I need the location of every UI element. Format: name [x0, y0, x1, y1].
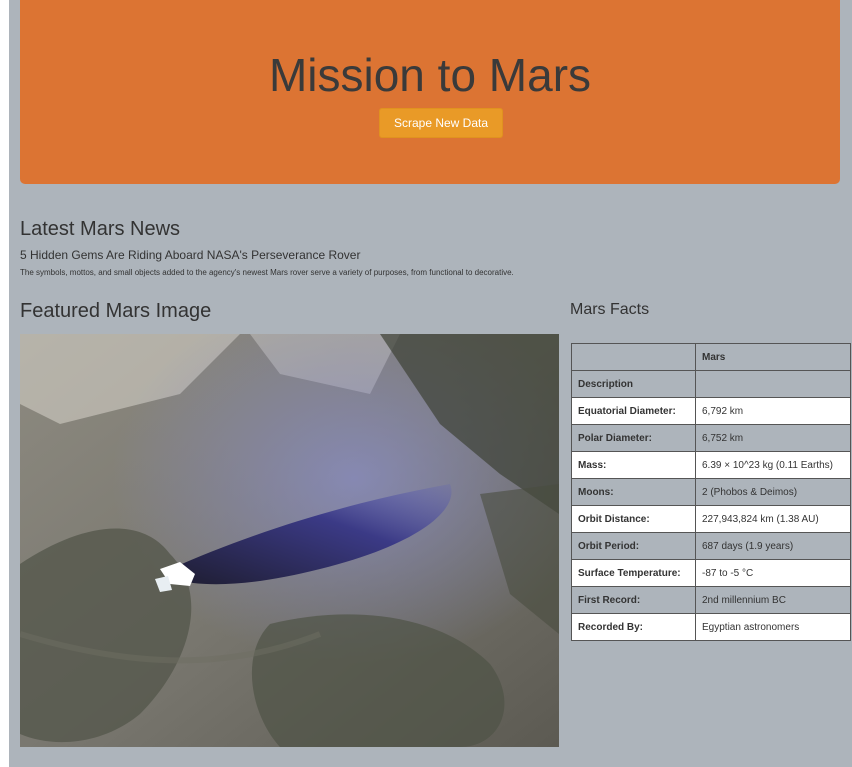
page-container: Mission to Mars Scrape New Data Latest M… — [9, 0, 852, 767]
fact-label: Orbit Period: — [571, 532, 696, 560]
fact-value: 2 (Phobos & Deimos) — [695, 478, 851, 506]
table-row: Recorded By: Egyptian astronomers — [571, 613, 851, 641]
facts-header-mars: Mars — [695, 343, 851, 371]
table-row: Orbit Distance: 227,943,824 km (1.38 AU) — [571, 505, 851, 533]
scrape-new-data-button[interactable]: Scrape New Data — [379, 108, 503, 138]
fact-value: 227,943,824 km (1.38 AU) — [695, 505, 851, 533]
news-heading: Latest Mars News — [20, 218, 181, 240]
featured-image-heading: Featured Mars Image — [20, 300, 212, 322]
page-title: Mission to Mars — [268, 49, 592, 101]
header-banner: Mission to Mars Scrape New Data — [20, 0, 840, 184]
fact-label: First Record: — [571, 586, 696, 614]
fact-label: Orbit Distance: — [571, 505, 696, 533]
table-row: Polar Diameter: 6,752 km — [571, 424, 851, 452]
table-row: Moons: 2 (Phobos & Deimos) — [571, 478, 851, 506]
fact-label: Equatorial Diameter: — [571, 397, 696, 425]
facts-header-blank — [571, 343, 696, 371]
fact-value: 2nd millennium BC — [695, 586, 851, 614]
news-teaser: The symbols, mottos, and small objects a… — [20, 268, 514, 277]
featured-mars-image[interactable] — [20, 334, 559, 747]
fact-label: Recorded By: — [571, 613, 696, 641]
news-title: 5 Hidden Gems Are Riding Aboard NASA's P… — [20, 248, 361, 262]
fact-label: Moons: — [571, 478, 696, 506]
fact-value: 687 days (1.9 years) — [695, 532, 851, 560]
fact-value: 6,792 km — [695, 397, 851, 425]
fact-label: Polar Diameter: — [571, 424, 696, 452]
mars-facts-heading: Mars Facts — [570, 301, 650, 318]
fact-value: -87 to -5 °C — [695, 559, 851, 587]
fact-value: Egyptian astronomers — [695, 613, 851, 641]
fact-label: Mass: — [571, 451, 696, 479]
table-row: Mass: 6.39 × 10^23 kg (0.11 Earths) — [571, 451, 851, 479]
mars-facts-table: Mars Description Equatorial Diameter: 6,… — [571, 343, 851, 641]
table-row: Equatorial Diameter: 6,792 km — [571, 397, 851, 425]
fact-value — [695, 370, 851, 398]
table-row: Description — [571, 370, 851, 398]
fact-label: Surface Temperature: — [571, 559, 696, 587]
fact-label: Description — [571, 370, 696, 398]
fact-value: 6,752 km — [695, 424, 851, 452]
table-row: Orbit Period: 687 days (1.9 years) — [571, 532, 851, 560]
table-row: Surface Temperature: -87 to -5 °C — [571, 559, 851, 587]
fact-value: 6.39 × 10^23 kg (0.11 Earths) — [695, 451, 851, 479]
facts-header-row: Mars — [571, 343, 851, 371]
table-row: First Record: 2nd millennium BC — [571, 586, 851, 614]
